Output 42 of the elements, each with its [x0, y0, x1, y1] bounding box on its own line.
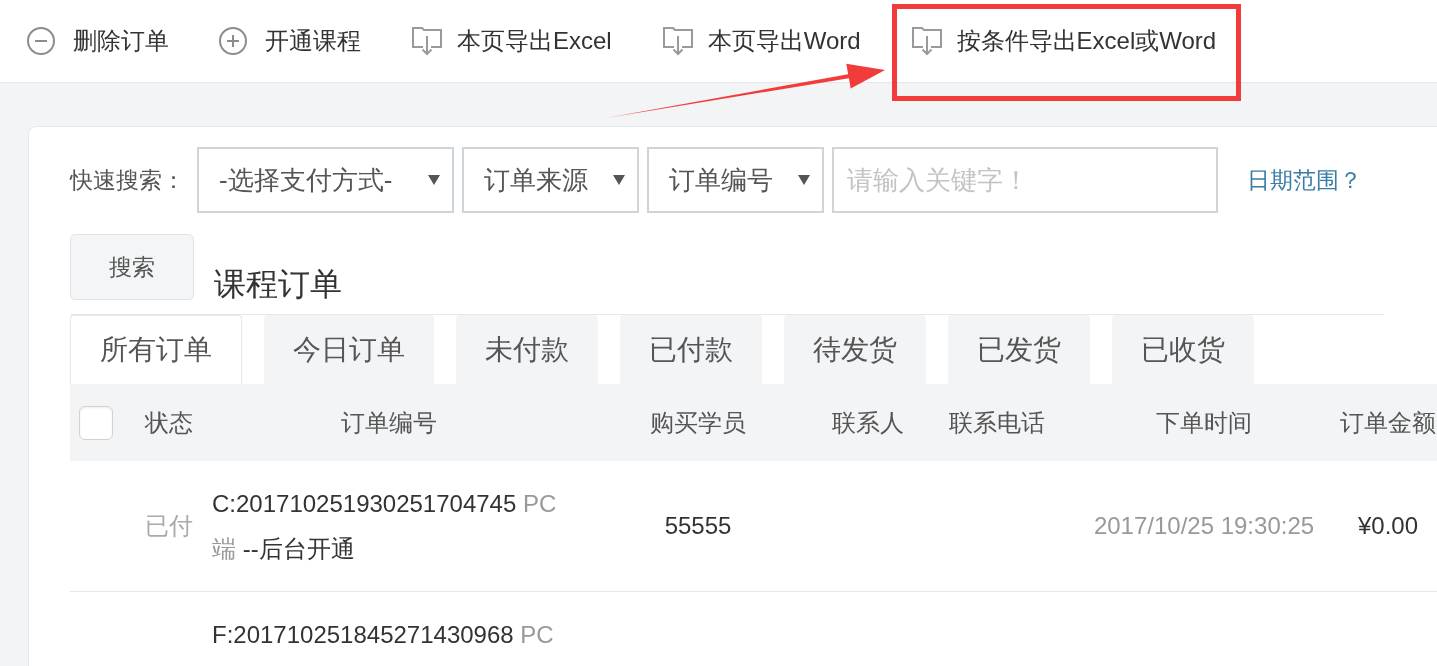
- export-button[interactable]: 本页导出Word: [661, 19, 861, 63]
- search-field-dropdown[interactable]: 订单编号: [647, 147, 824, 213]
- select-all-checkbox[interactable]: [79, 405, 113, 440]
- order-tab[interactable]: 所有订单: [70, 315, 242, 384]
- plus-circle-icon: [219, 27, 247, 55]
- order-tab[interactable]: 已发货: [948, 315, 1090, 384]
- column-header: 订单金额: [1340, 407, 1436, 438]
- order-time: 2017/10/25 19:30:25: [1093, 511, 1315, 541]
- column-header: 购买学员: [650, 407, 746, 438]
- order-tab[interactable]: 待发货: [784, 315, 926, 384]
- column-header: 联系人: [832, 407, 904, 438]
- column-header: 联系电话: [949, 407, 1045, 438]
- caret-down-icon: [798, 175, 810, 185]
- column-header: 状态: [144, 407, 193, 438]
- caret-down-icon: [613, 175, 625, 185]
- order-tab[interactable]: 已收货: [1112, 315, 1254, 384]
- buyer-name: 55555: [664, 511, 732, 541]
- payment-method-dropdown[interactable]: -选择支付方式-: [197, 147, 454, 213]
- search-label: 快速搜索：: [70, 165, 185, 195]
- keyword-input[interactable]: 请输入关键字！: [832, 147, 1218, 213]
- page-title: 课程订单: [214, 268, 342, 300]
- order-number: C:201710251930251704745 PC端 --后台开通: [212, 489, 558, 564]
- minus-circle-icon: [27, 27, 55, 55]
- folder-download-icon: [411, 25, 443, 57]
- column-header: 下单时间: [1156, 407, 1252, 438]
- caret-down-icon: [428, 175, 440, 185]
- order-tab[interactable]: 已付款: [620, 315, 762, 384]
- open-course-button[interactable]: 开通课程: [219, 19, 361, 63]
- export-button[interactable]: 本页导出Excel: [411, 19, 612, 63]
- delete-order-button[interactable]: 删除订单: [27, 19, 169, 63]
- order-tab[interactable]: 今日订单: [264, 315, 434, 384]
- order-tab[interactable]: 未付款: [456, 315, 598, 384]
- order-number: F:201710251845271430968 PC: [212, 620, 555, 650]
- order-amount: ¥0.00: [1357, 511, 1419, 541]
- order-status: 已付: [144, 511, 193, 541]
- order-source-dropdown[interactable]: 订单来源: [462, 147, 639, 213]
- folder-download-icon: [910, 25, 943, 57]
- date-range-link[interactable]: 日期范围？: [1247, 162, 1362, 198]
- export-button[interactable]: 按条件导出Excel或Word: [910, 19, 1217, 63]
- column-header: 订单编号: [340, 407, 437, 438]
- search-button[interactable]: 搜索: [70, 234, 194, 300]
- folder-download-icon: [661, 25, 694, 57]
